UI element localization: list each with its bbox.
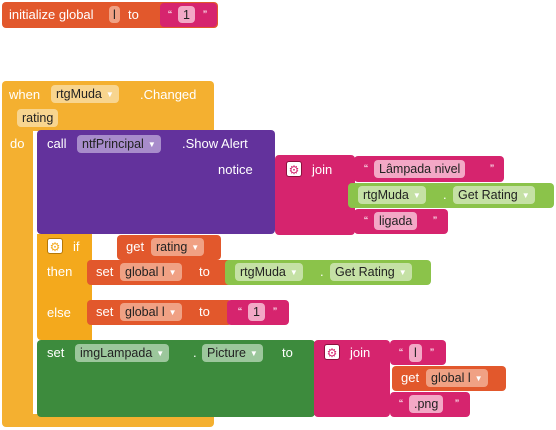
notice-arg-label: notice	[218, 162, 253, 177]
to-label: to	[199, 264, 210, 279]
call-method-label: .Show Alert	[182, 136, 248, 151]
picture-text-l-value[interactable]: l	[409, 344, 422, 362]
picture-dot: .	[193, 345, 197, 360]
to-label: to	[282, 345, 293, 360]
getter-dot: .	[443, 187, 447, 202]
dropdown-arrow-icon: ▼	[521, 191, 530, 200]
set-label: set	[47, 345, 65, 360]
dropdown-arrow-icon: ▼	[191, 243, 200, 252]
dropdown-arrow-icon: ▼	[156, 349, 165, 358]
picture-property-dropdown[interactable]: Picture ▼	[202, 344, 263, 362]
close-quote: ”	[490, 162, 494, 176]
text-value-ligada[interactable]: ligada	[374, 212, 418, 230]
dropdown-arrow-icon: ▼	[249, 349, 258, 358]
picture-get-var-dropdown[interactable]: global l ▼	[426, 369, 488, 387]
dropdown-arrow-icon: ▼	[168, 268, 177, 277]
then-getter-component-dropdown[interactable]: rtgMuda ▼	[235, 263, 303, 281]
init-text-value[interactable]: 1	[178, 6, 195, 23]
then-getter-property-dropdown[interactable]: Get Rating ▼	[330, 263, 412, 281]
open-quote: “	[364, 162, 368, 176]
global-var-name-field[interactable]: l	[109, 6, 120, 23]
close-quote: ”	[433, 214, 437, 228]
event-component-dropdown[interactable]: rtgMuda ▼	[51, 85, 119, 103]
dropdown-arrow-icon: ▼	[147, 140, 156, 149]
set-label: set	[96, 264, 114, 279]
dropdown-arrow-icon: ▼	[412, 191, 421, 200]
call-label: call	[47, 136, 67, 151]
open-quote: “	[399, 346, 403, 360]
get-label: get	[126, 239, 145, 254]
set-label: set	[96, 304, 114, 319]
then-var-dropdown[interactable]: global l ▼	[120, 263, 182, 281]
if-label: if	[73, 239, 80, 254]
getter-component-dropdown[interactable]: rtgMuda ▼	[358, 186, 426, 204]
getter-dot: .	[320, 264, 324, 279]
open-quote: “	[238, 305, 242, 319]
open-quote: “	[399, 397, 403, 411]
close-quote: ”	[455, 397, 459, 411]
picture-component-dropdown[interactable]: imgLampada ▼	[75, 344, 170, 362]
else-var-dropdown[interactable]: global l ▼	[120, 303, 182, 321]
picture-text-png-value[interactable]: .png	[409, 395, 444, 413]
dropdown-arrow-icon: ▼	[398, 268, 407, 277]
open-quote: “	[364, 214, 368, 228]
if-then-else-block[interactable]	[37, 234, 92, 340]
initialize-global-label: initialize global	[9, 7, 94, 22]
init-to-label: to	[128, 7, 139, 22]
close-quote: ”	[430, 346, 434, 360]
join-label: join	[350, 345, 371, 360]
gear-icon[interactable]: ⚙	[324, 344, 340, 360]
then-label: then	[47, 264, 73, 279]
do-label: do	[10, 136, 25, 151]
to-label: to	[199, 304, 210, 319]
getter-property-dropdown[interactable]: Get Rating ▼	[453, 186, 535, 204]
join-label: join	[312, 162, 333, 177]
close-quote: ”	[203, 8, 207, 22]
open-quote: “	[168, 8, 172, 22]
get-rating-dropdown[interactable]: rating ▼	[151, 238, 205, 256]
close-quote: ”	[273, 305, 277, 319]
get-label: get	[401, 370, 420, 385]
dropdown-arrow-icon: ▼	[168, 308, 177, 317]
call-component-dropdown[interactable]: ntfPrincipal ▼	[77, 135, 161, 153]
dropdown-arrow-icon: ▼	[474, 374, 483, 383]
gear-icon[interactable]: ⚙	[47, 238, 63, 254]
else-text-value[interactable]: 1	[248, 303, 265, 321]
text-value-lampada[interactable]: Lâmpada nivel	[374, 160, 466, 178]
else-label: else	[47, 305, 71, 320]
dropdown-arrow-icon: ▼	[105, 90, 114, 99]
dropdown-arrow-icon: ▼	[289, 268, 298, 277]
gear-icon[interactable]: ⚙	[286, 161, 302, 177]
event-param-rating[interactable]: rating	[17, 109, 59, 127]
when-label: when	[9, 87, 41, 102]
event-name-label: .Changed	[140, 87, 197, 102]
